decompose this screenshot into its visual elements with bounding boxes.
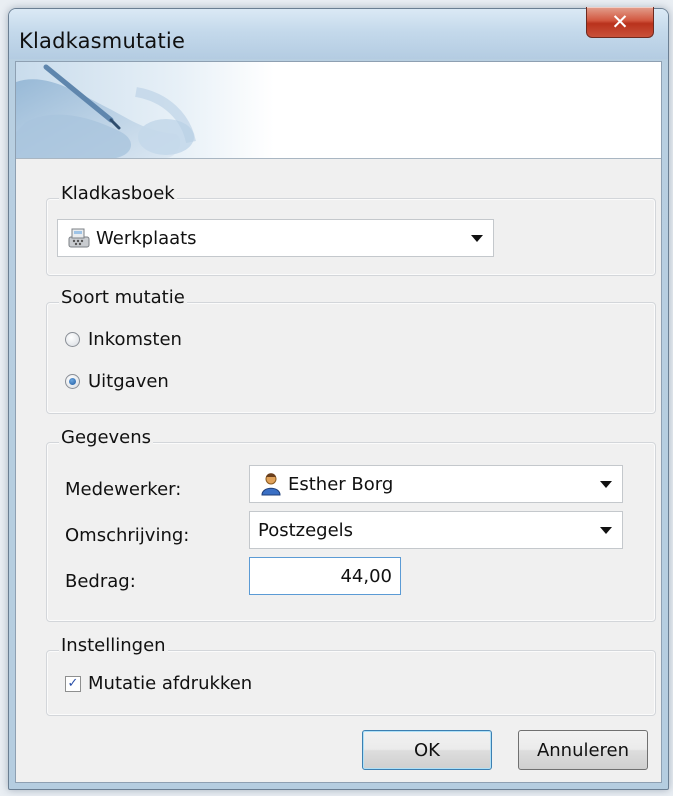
radio-uitgaven-label: Uitgaven bbox=[88, 371, 169, 392]
chevron-down-icon bbox=[600, 527, 612, 534]
radio-uitgaven-indicator[interactable] bbox=[65, 374, 80, 389]
instellingen-group: Instellingen ✓ Mutatie afdrukken bbox=[46, 635, 656, 716]
medewerker-dropdown[interactable]: Esther Borg bbox=[249, 465, 623, 503]
person-icon bbox=[258, 471, 284, 497]
medewerker-label: Medewerker: bbox=[65, 479, 182, 500]
cash-register-icon bbox=[66, 225, 92, 251]
soort-mutatie-legend: Soort mutatie bbox=[59, 287, 187, 308]
chevron-down-icon bbox=[471, 235, 483, 242]
dialog-client-area: Kladkasboek Werkplaats Soort mutatie Ink… bbox=[15, 61, 662, 783]
radio-inkomsten[interactable]: Inkomsten bbox=[65, 329, 182, 350]
writing-hand-illustration bbox=[16, 64, 196, 158]
bedrag-input[interactable]: 44,00 bbox=[249, 557, 401, 595]
checkmark-icon[interactable]: ✓ bbox=[65, 675, 81, 692]
bedrag-label: Bedrag: bbox=[65, 571, 136, 592]
kladkasboek-group: Kladkasboek Werkplaats bbox=[46, 183, 656, 276]
kladkasboek-dropdown[interactable]: Werkplaats bbox=[57, 219, 494, 257]
window-title: Kladkasmutatie bbox=[19, 29, 186, 53]
title-bar[interactable]: Kladkasmutatie ✕ bbox=[9, 7, 668, 59]
close-button[interactable]: ✕ bbox=[586, 7, 654, 38]
radio-inkomsten-label: Inkomsten bbox=[88, 329, 182, 350]
kladkasboek-legend: Kladkasboek bbox=[59, 183, 177, 204]
omschrijving-label: Omschrijving: bbox=[65, 525, 190, 546]
bedrag-value: 44,00 bbox=[340, 565, 392, 587]
cancel-button[interactable]: Annuleren bbox=[518, 730, 648, 770]
ok-button[interactable]: OK bbox=[362, 730, 492, 770]
omschrijving-value: Postzegels bbox=[258, 519, 354, 541]
dialog-window: Kladkasmutatie ✕ Kladkasboek Werkplaats … bbox=[8, 7, 669, 790]
omschrijving-dropdown[interactable]: Postzegels bbox=[249, 511, 623, 549]
mutatie-afdrukken-label: Mutatie afdrukken bbox=[88, 673, 253, 694]
soort-mutatie-group: Soort mutatie Inkomsten Uitgaven bbox=[46, 287, 656, 414]
radio-uitgaven[interactable]: Uitgaven bbox=[65, 371, 169, 392]
gegevens-legend: Gegevens bbox=[59, 427, 154, 448]
close-icon: ✕ bbox=[611, 10, 629, 34]
medewerker-selected-value: Esther Borg bbox=[288, 473, 394, 495]
instellingen-legend: Instellingen bbox=[59, 635, 168, 656]
mutatie-afdrukken-checkbox[interactable]: ✓ Mutatie afdrukken bbox=[65, 673, 252, 694]
header-banner bbox=[16, 62, 661, 159]
chevron-down-icon bbox=[600, 481, 612, 488]
gegevens-group: Gegevens Medewerker: Esther Borg Omschri… bbox=[46, 427, 656, 622]
kladkasboek-selected-value: Werkplaats bbox=[96, 227, 197, 249]
radio-inkomsten-indicator[interactable] bbox=[65, 332, 80, 347]
